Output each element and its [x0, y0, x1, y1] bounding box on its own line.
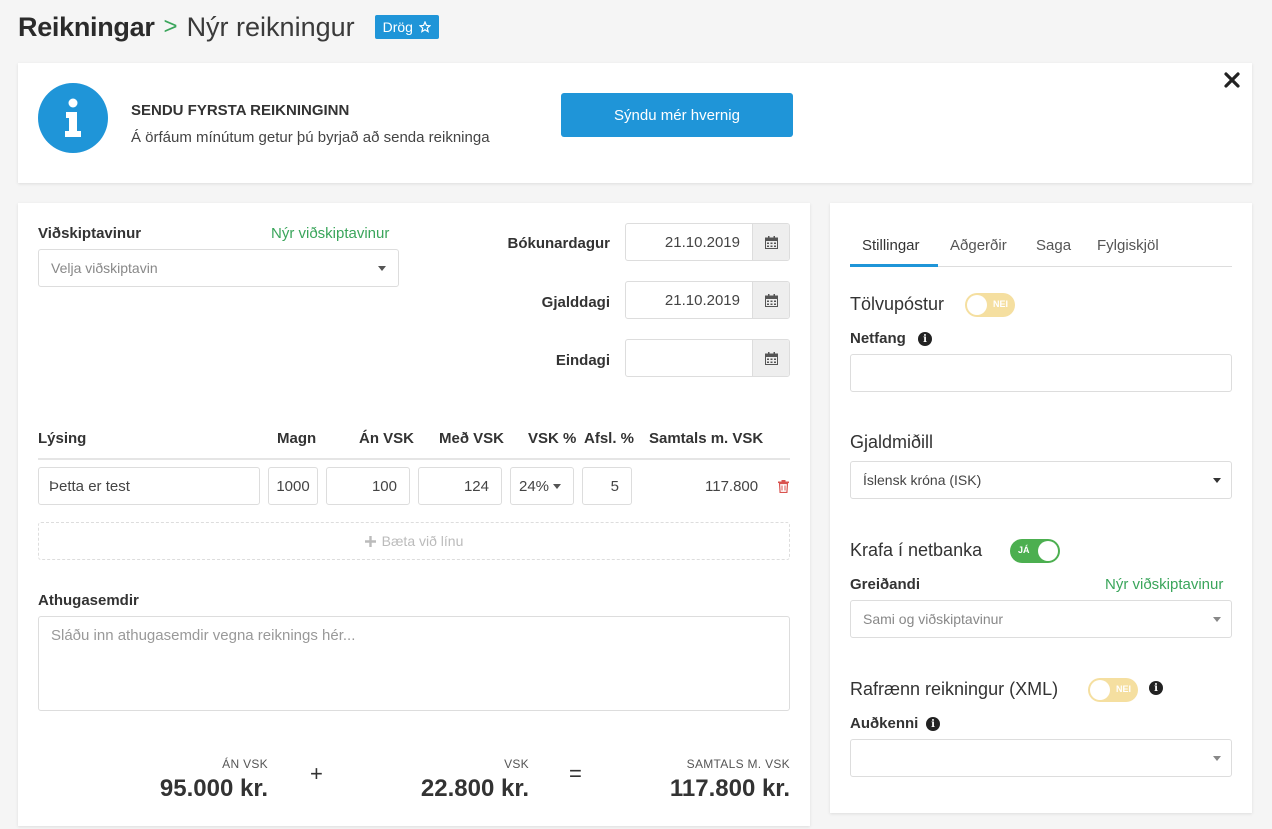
chevron-down-icon	[1213, 756, 1221, 761]
star-icon[interactable]	[418, 21, 431, 33]
calendar-icon[interactable]	[752, 340, 789, 376]
onboarding-banner: SENDU FYRSTA REIKNINGINN Á örfáum mínútu…	[18, 63, 1252, 183]
breadcrumb-root-link[interactable]: Reikningar	[18, 12, 155, 43]
banner-text: Á örfáum mínútum getur þú byrjað að send…	[131, 129, 490, 146]
xml-invoice-section-title: Rafrænn reikningur (XML)	[850, 679, 1059, 699]
banner-title: SENDU FYRSTA REIKNINGINN	[131, 102, 350, 119]
chevron-down-icon	[378, 266, 386, 271]
summary-net-label: ÁN VSK	[222, 757, 268, 771]
column-header-vat: VSK %	[528, 430, 577, 447]
page-title: Nýr reikningur	[186, 11, 355, 42]
active-tab-indicator	[850, 264, 938, 267]
due-date-field[interactable]: 21.10.2019	[625, 281, 790, 319]
email-input[interactable]	[850, 354, 1232, 392]
tab-actions[interactable]: Aðgerðir	[950, 237, 1007, 254]
info-icon	[38, 83, 108, 153]
identifier-select[interactable]	[850, 739, 1232, 777]
identifier-label: Auðkenni	[850, 715, 919, 732]
final-date-label: Eindagi	[555, 352, 610, 369]
line-description-input[interactable]: Þetta er test	[38, 467, 260, 505]
toggle-knob	[1090, 680, 1110, 700]
booking-date-field[interactable]: 21.10.2019	[625, 223, 790, 261]
currency-section-title: Gjaldmiðill	[850, 432, 934, 452]
column-header-gross: Með VSK	[439, 430, 505, 447]
email-field-label: Netfang	[850, 330, 906, 347]
add-line-label: Bæta við línu	[381, 533, 464, 549]
bank-claim-toggle[interactable]: JÁ	[1010, 539, 1060, 563]
equals-sign: =	[569, 761, 582, 786]
booking-date-value[interactable]: 21.10.2019	[626, 224, 752, 260]
line-quantity-input[interactable]: 1000	[268, 467, 318, 505]
column-header-net: Án VSK	[359, 430, 415, 447]
column-header-quantity: Magn	[277, 430, 317, 447]
bank-claim-toggle-label: JÁ	[1018, 545, 1030, 555]
chevron-down-icon	[1213, 617, 1221, 622]
close-icon[interactable]	[1223, 71, 1241, 89]
plus-icon	[364, 535, 376, 547]
tab-settings[interactable]: Stillingar	[862, 237, 920, 254]
summary-vat-value: 22.800 kr.	[420, 775, 529, 802]
email-toggle[interactable]: NEI	[965, 293, 1015, 317]
summary-total-value: 117.800 kr.	[669, 775, 790, 802]
column-header-description: Lýsing	[38, 430, 87, 447]
line-vat-select[interactable]: 24%	[510, 467, 574, 505]
add-line-button[interactable]: Bæta við línu	[38, 522, 790, 560]
notes-textarea[interactable]: Sláðu inn athugasemdir vegna reiknings h…	[38, 616, 790, 711]
xml-invoice-toggle[interactable]: NEI	[1088, 678, 1138, 702]
email-toggle-label: NEI	[992, 299, 1008, 309]
payer-select[interactable]: Sami og viðskiptavinur	[850, 600, 1232, 638]
tab-attachments[interactable]: Fylgiskjöl	[1097, 237, 1159, 254]
chevron-down-icon	[553, 484, 561, 489]
customer-select[interactable]: Velja viðskiptavin	[38, 249, 399, 287]
customer-label: Viðskiptavinur	[38, 225, 142, 242]
info-icon[interactable]: i	[1149, 681, 1163, 695]
currency-select[interactable]: Íslensk króna (ISK)	[850, 461, 1232, 499]
draft-badge-label: Drög	[382, 19, 413, 35]
final-date-value[interactable]	[626, 340, 752, 376]
draft-badge: Drög	[374, 15, 439, 39]
due-date-label: Gjalddagi	[541, 294, 610, 311]
line-vat-value: 24%	[519, 477, 550, 495]
new-customer-link[interactable]: Nýr viðskiptavinur	[271, 225, 389, 242]
column-header-total: Samtals m. VSK	[649, 430, 764, 447]
column-header-discount: Afsl. %	[584, 430, 635, 447]
line-discount-input[interactable]: 5	[582, 467, 632, 505]
due-date-value[interactable]: 21.10.2019	[626, 282, 752, 318]
booking-date-label: Bókunardagur	[507, 235, 610, 252]
payer-select-value: Sami og viðskiptavinur	[863, 611, 1004, 627]
invoice-form: Viðskiptavinur Nýr viðskiptavinur Velja …	[18, 203, 810, 826]
toggle-knob	[967, 295, 987, 315]
email-section-title: Tölvupóstur	[850, 294, 945, 314]
plus-sign: +	[310, 761, 323, 786]
toggle-knob	[1038, 541, 1058, 561]
breadcrumb-separator: >	[163, 13, 178, 40]
final-date-field[interactable]	[625, 339, 790, 377]
settings-panel: Stillingar Aðgerðir Saga Fylgiskjöl Tölv…	[830, 203, 1252, 813]
calendar-icon[interactable]	[752, 282, 789, 318]
line-total: 117.800	[705, 477, 759, 495]
xml-invoice-toggle-label: NEI	[1115, 684, 1131, 694]
show-me-how-button[interactable]: Sýndu mér hvernig	[561, 93, 793, 137]
payer-label: Greiðandi	[850, 576, 921, 593]
new-payer-link[interactable]: Nýr viðskiptavinur	[1105, 576, 1223, 593]
summary-net-value: 95.000 kr.	[159, 775, 268, 802]
summary-vat-label: VSK	[504, 757, 529, 771]
customer-select-placeholder: Velja viðskiptavin	[51, 260, 158, 276]
info-icon[interactable]: i	[926, 717, 940, 731]
line-gross-price-input[interactable]: 124	[418, 467, 502, 505]
breadcrumb: Reikningar > Nýr reikningur Drög	[18, 10, 439, 44]
currency-value: Íslensk króna (ISK)	[863, 472, 982, 488]
summary-total-label: SAMTALS M. VSK	[686, 757, 790, 771]
calendar-icon[interactable]	[752, 224, 789, 260]
trash-icon[interactable]	[778, 467, 789, 505]
info-icon[interactable]: i	[918, 332, 932, 346]
bank-claim-section-title: Krafa í netbanka	[850, 540, 983, 560]
tab-history[interactable]: Saga	[1036, 237, 1071, 254]
table-divider	[38, 458, 790, 460]
line-net-price-input[interactable]: 100	[326, 467, 410, 505]
notes-label: Athugasemdir	[38, 592, 139, 609]
chevron-down-icon	[1213, 478, 1221, 483]
